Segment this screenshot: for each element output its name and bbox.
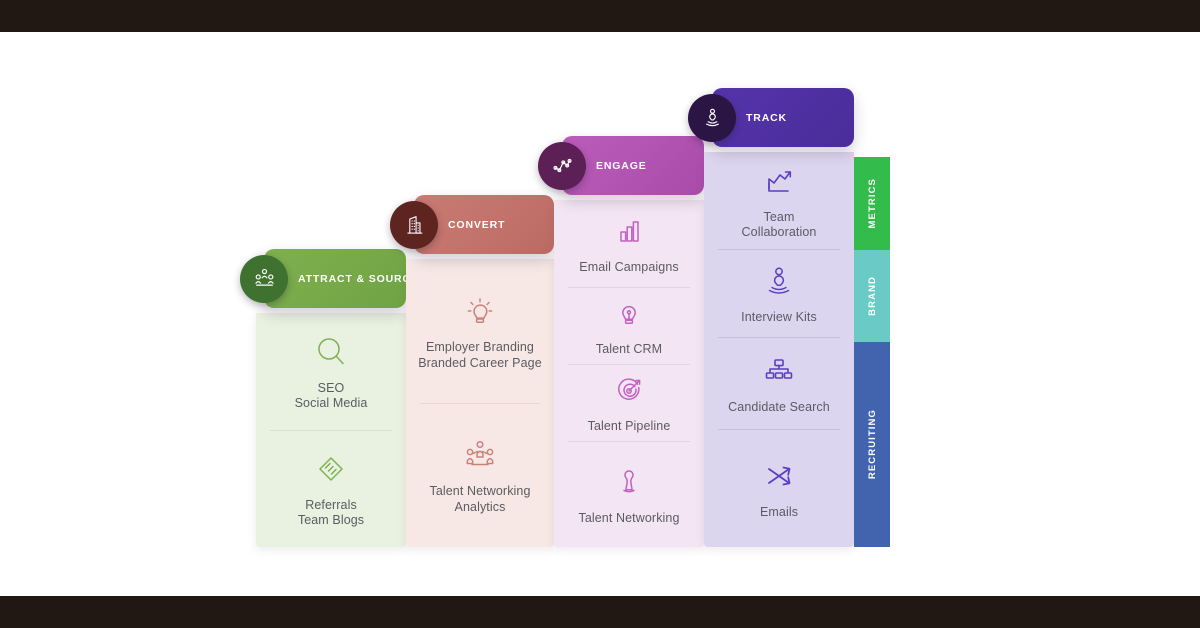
cell-label-attract-0: SEO Social Media bbox=[295, 381, 368, 412]
infographic-canvas: SEO Social Media Referrals Team Blogs AT… bbox=[0, 0, 1200, 628]
rail-segment-recruiting[interactable]: RECRUITING bbox=[854, 342, 890, 547]
cell-engage-1[interactable]: Talent CRM bbox=[554, 287, 704, 364]
shuffle-arrows-icon bbox=[768, 466, 791, 486]
header-pill-track[interactable]: TRACK bbox=[688, 88, 854, 147]
cell-line: Referrals bbox=[305, 497, 357, 512]
cell-line: Email Campaigns bbox=[579, 260, 679, 275]
column-track[interactable]: Team Collaboration Interview Kits Candid… bbox=[688, 88, 854, 547]
cell-line: Team bbox=[763, 209, 795, 224]
cell-label-attract-1: Referrals Team Blogs bbox=[298, 498, 364, 529]
badge-track bbox=[688, 93, 736, 142]
rail-label-metrics: METRICS bbox=[866, 178, 878, 229]
pill-title-attract: ATTRACT & SOURCE bbox=[298, 272, 419, 285]
cell-line: Team Blogs bbox=[297, 513, 365, 527]
podium-person-icon bbox=[768, 267, 790, 294]
badge-attract-source bbox=[240, 254, 288, 303]
cell-engage-3[interactable]: Talent Networking bbox=[554, 441, 704, 547]
cell-line: Talent CRM bbox=[595, 342, 663, 357]
header-pill-convert[interactable]: CONVERT bbox=[390, 195, 554, 254]
people-group-icon bbox=[254, 268, 274, 286]
magnifier-icon bbox=[318, 337, 344, 364]
cell-attract-1[interactable]: Referrals Team Blogs bbox=[256, 430, 406, 547]
cell-label-engage-1: Talent CRM bbox=[596, 342, 662, 358]
rail-segment-brand[interactable]: BRAND bbox=[854, 250, 890, 342]
bar-chart-icon bbox=[620, 221, 639, 242]
cell-attract-0[interactable]: SEO Social Media bbox=[256, 313, 406, 430]
podium-person-icon bbox=[705, 108, 719, 127]
pill-title-track: TRACK bbox=[746, 111, 787, 124]
cell-track-1[interactable]: Interview Kits bbox=[704, 249, 854, 337]
column-attract-source[interactable]: SEO Social Media Referrals Team Blogs AT… bbox=[240, 249, 418, 547]
cell-label-engage-0: Email Campaigns bbox=[579, 260, 678, 276]
cell-line: Employer Branding bbox=[425, 340, 534, 354]
cell-track-2[interactable]: Candidate Search bbox=[704, 337, 854, 429]
rail-segment-metrics[interactable]: METRICS bbox=[854, 157, 890, 250]
cell-line: Branded Career Page bbox=[418, 355, 542, 370]
cell-label-track-1: Interview Kits bbox=[741, 310, 817, 326]
cell-line: Collaboration bbox=[741, 225, 817, 239]
cell-engage-0[interactable]: Email Campaigns bbox=[554, 200, 704, 287]
growth-chart-icon bbox=[768, 170, 792, 192]
lightbulb-icon bbox=[622, 306, 636, 325]
cell-line: Talent Networking bbox=[578, 510, 680, 525]
header-pill-attract-source[interactable]: ATTRACT & SOURCE bbox=[240, 249, 418, 308]
cell-line: Talent Networking bbox=[429, 484, 531, 498]
cell-line: Social Media bbox=[294, 396, 368, 410]
funnel-diagram: SEO Social Media Referrals Team Blogs AT… bbox=[0, 32, 1200, 596]
cell-convert-0[interactable]: Employer Branding Branded Career Page bbox=[406, 259, 554, 403]
cell-line: Interview Kits bbox=[741, 309, 817, 324]
cell-line: Analytics bbox=[454, 499, 506, 514]
cell-convert-1[interactable]: Talent Networking Analytics bbox=[406, 403, 554, 547]
column-convert[interactable]: Employer Branding Branded Career Page Ta… bbox=[390, 195, 554, 547]
cell-line: SEO bbox=[317, 380, 345, 395]
cell-line: Talent Pipeline bbox=[587, 419, 671, 434]
cell-label-track-0: Team Collaboration bbox=[742, 210, 817, 241]
building-icon bbox=[406, 216, 422, 234]
line-chart-icon bbox=[552, 158, 572, 173]
target-icon bbox=[618, 378, 641, 401]
cell-label-track-3: Emails bbox=[760, 505, 798, 521]
bottom-letterbox-bar bbox=[0, 596, 1200, 628]
category-rail: METRICS BRAND RECRUITING bbox=[854, 157, 890, 547]
handshake-icon bbox=[319, 456, 343, 481]
people-network-icon bbox=[466, 440, 494, 466]
header-pill-engage[interactable]: ENGAGE bbox=[538, 136, 704, 195]
cell-engage-2[interactable]: Talent Pipeline bbox=[554, 364, 704, 441]
lightbulb-idea-icon bbox=[467, 298, 493, 323]
top-letterbox-bar bbox=[0, 0, 1200, 32]
pill-title-convert: CONVERT bbox=[448, 218, 506, 231]
rail-label-recruiting: RECRUITING bbox=[866, 409, 878, 480]
badge-convert bbox=[390, 200, 438, 249]
rail-label-brand: BRAND bbox=[866, 276, 878, 316]
column-engage[interactable]: Email Campaigns Talent CRM Talent Pipeli… bbox=[538, 136, 704, 547]
cell-track-0[interactable]: Team Collaboration bbox=[704, 152, 854, 249]
cell-label-track-2: Candidate Search bbox=[728, 400, 830, 416]
cell-line: Emails bbox=[759, 504, 799, 519]
cell-label-convert-1: Talent Networking Analytics bbox=[429, 484, 530, 515]
person-icon bbox=[623, 470, 635, 493]
pill-title-engage: ENGAGE bbox=[596, 159, 647, 172]
org-chart-icon bbox=[765, 358, 793, 379]
cell-track-3[interactable]: Emails bbox=[704, 429, 854, 547]
cell-label-engage-2: Talent Pipeline bbox=[588, 419, 671, 435]
cell-label-engage-3: Talent Networking bbox=[578, 511, 679, 527]
cell-line: Candidate Search bbox=[728, 399, 830, 414]
cell-label-convert-0: Employer Branding Branded Career Page bbox=[418, 340, 542, 371]
badge-engage bbox=[538, 141, 586, 190]
